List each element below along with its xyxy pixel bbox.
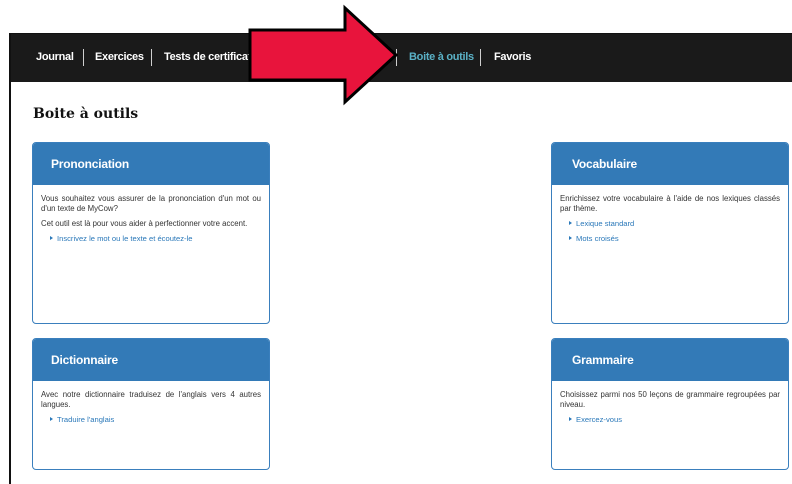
nav-item-favoris[interactable]: Favoris	[494, 51, 531, 63]
link-exercez-vous[interactable]: Exercez-vous	[569, 415, 780, 425]
card-prononciation-header: Prononciation	[33, 143, 269, 185]
top-navigation-bar: Journal Exercices Tests de certification…	[11, 34, 792, 82]
bullet-arrow-icon	[50, 236, 53, 240]
card-dictionnaire: Dictionnaire Avec notre dictionnaire tra…	[32, 338, 270, 470]
bullet-arrow-icon	[50, 417, 53, 421]
card-dictionnaire-body: Avec notre dictionnaire traduisez de l'a…	[33, 381, 269, 436]
nav-item-tests-de-certification[interactable]: Tests de certification	[164, 51, 267, 63]
card-grammaire-body: Choisissez parmi nos 50 leçons de gramma…	[552, 381, 788, 436]
nav-divider	[480, 49, 481, 66]
link-traduire-l-anglais[interactable]: Traduire l'anglais	[50, 415, 261, 425]
card-grammaire-header: Grammaire	[552, 339, 788, 381]
card-grammaire-text-1: Choisissez parmi nos 50 leçons de gramma…	[560, 390, 780, 409]
link-label: Traduire l'anglais	[57, 415, 115, 424]
card-prononciation-body: Vous souhaitez vous assurer de la pronon…	[33, 185, 269, 255]
card-vocabulaire: Vocabulaire Enrichissez votre vocabulair…	[551, 142, 789, 324]
bullet-arrow-icon	[569, 417, 572, 421]
card-vocabulaire-body: Enrichissez votre vocabulaire à l'aide d…	[552, 185, 788, 255]
card-prononciation-text-1: Vous souhaitez vous assurer de la pronon…	[41, 194, 261, 213]
card-prononciation-text-2: Cet outil est là pour vous aider à perfe…	[41, 219, 248, 228]
card-grammaire: Grammaire Choisissez parmi nos 50 leçons…	[551, 338, 789, 470]
card-dictionnaire-header: Dictionnaire	[33, 339, 269, 381]
nav-item-journal[interactable]: Journal	[36, 51, 74, 63]
card-dictionnaire-text-1: Avec notre dictionnaire traduisez de l'a…	[41, 390, 261, 409]
card-vocabulaire-header: Vocabulaire	[552, 143, 788, 185]
link-mots-croises[interactable]: Mots croisés	[569, 234, 780, 244]
nav-divider	[151, 49, 152, 66]
nav-divider	[396, 49, 397, 66]
link-label: Exercez-vous	[576, 415, 623, 424]
bullet-arrow-icon	[569, 221, 572, 225]
link-label: Mots croisés	[576, 234, 619, 243]
bullet-arrow-icon	[569, 236, 572, 240]
link-label: Inscrivez le mot ou le texte et écoutez-…	[57, 234, 193, 243]
page-title: Boite à outils	[33, 106, 139, 122]
nav-item-exercices[interactable]: Exercices	[95, 51, 144, 63]
link-inscrivez-le-mot[interactable]: Inscrivez le mot ou le texte et écoutez-…	[50, 234, 261, 244]
nav-divider	[83, 49, 84, 66]
link-label: Lexique standard	[576, 219, 635, 228]
nav-item-boite-a-outils[interactable]: Boite à outils	[409, 51, 474, 63]
card-vocabulaire-text-1: Enrichissez votre vocabulaire à l'aide d…	[560, 194, 780, 213]
card-prononciation: Prononciation Vous souhaitez vous assure…	[32, 142, 270, 324]
link-lexique-standard[interactable]: Lexique standard	[569, 219, 780, 229]
